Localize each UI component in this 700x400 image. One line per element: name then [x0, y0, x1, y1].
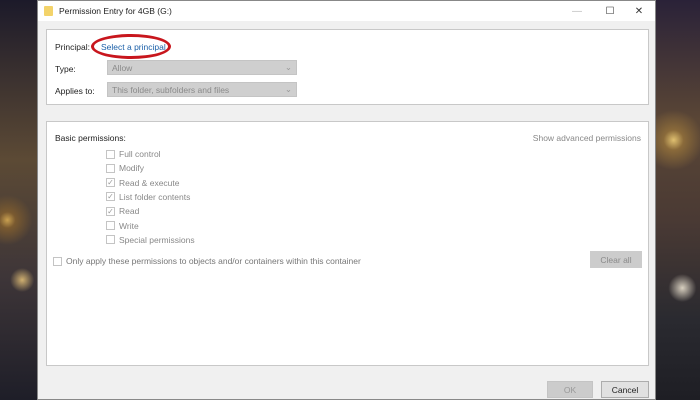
desktop-wallpaper-left: [0, 0, 37, 400]
cancel-button[interactable]: Cancel: [601, 381, 649, 398]
folder-icon: [44, 6, 53, 16]
desktop-wallpaper-right: [656, 0, 700, 400]
type-value: Allow: [112, 63, 133, 73]
basic-permissions-group: Basic permissions: Show advanced permiss…: [46, 121, 649, 366]
only-apply-label: Only apply these permissions to objects …: [66, 256, 361, 266]
permission-checkbox-special-permissions[interactable]: Special permissions: [106, 235, 195, 245]
permission-checkbox-read-execute[interactable]: ✓ Read & execute: [106, 178, 179, 188]
checkbox[interactable]: [106, 235, 115, 245]
permission-checkbox-list-folder-contents[interactable]: ✓ List folder contents: [106, 192, 190, 202]
permission-checkbox-write[interactable]: Write: [106, 221, 139, 231]
permission-entry-dialog: Permission Entry for 4GB (G:) — ☐ ✕ Prin…: [37, 0, 656, 400]
permission-label: Full control: [119, 149, 161, 159]
principal-label: Principal:: [55, 42, 90, 52]
permission-label: List folder contents: [119, 191, 191, 202]
maximize-button[interactable]: ☐: [596, 1, 624, 21]
permission-checkbox-read[interactable]: ✓ Read: [106, 206, 139, 216]
chevron-down-icon: ⌄: [284, 62, 292, 72]
checkbox[interactable]: ✓: [106, 192, 115, 202]
annotation-circle: [91, 34, 171, 59]
close-button[interactable]: ✕: [625, 1, 653, 21]
checkbox[interactable]: [106, 221, 115, 230]
permission-label: Modify: [119, 163, 145, 174]
checkbox[interactable]: [106, 149, 115, 159]
checkbox[interactable]: ✓: [106, 206, 115, 216]
basic-permissions-label: Basic permissions:: [55, 133, 126, 143]
checkbox[interactable]: ✓: [106, 178, 115, 188]
permission-checkbox-full-control[interactable]: Full control: [106, 149, 161, 159]
show-advanced-link[interactable]: Show advanced permissions: [533, 133, 641, 143]
checkbox[interactable]: [106, 163, 115, 173]
ok-button[interactable]: OK: [547, 381, 593, 398]
only-apply-checkbox[interactable]: Only apply these permissions to objects …: [53, 256, 361, 266]
permission-label: Special permissions: [119, 234, 195, 245]
applies-to-label: Applies to:: [55, 86, 95, 96]
permission-label: Read & execute: [119, 177, 180, 188]
permission-checkbox-modify[interactable]: Modify: [106, 163, 144, 173]
clear-all-button[interactable]: Clear all: [590, 251, 642, 268]
permission-label: Write: [119, 220, 139, 231]
type-select[interactable]: Allow ⌄: [107, 60, 297, 75]
minimize-button[interactable]: —: [563, 1, 591, 21]
permission-label: Read: [119, 206, 140, 217]
applies-to-select[interactable]: This folder, subfolders and files ⌄: [107, 82, 297, 97]
window-title: Permission Entry for 4GB (G:): [59, 6, 172, 16]
chevron-down-icon: ⌄: [284, 84, 292, 94]
type-label: Type:: [55, 64, 76, 74]
checkbox[interactable]: [53, 256, 62, 266]
applies-to-value: This folder, subfolders and files: [112, 85, 230, 95]
